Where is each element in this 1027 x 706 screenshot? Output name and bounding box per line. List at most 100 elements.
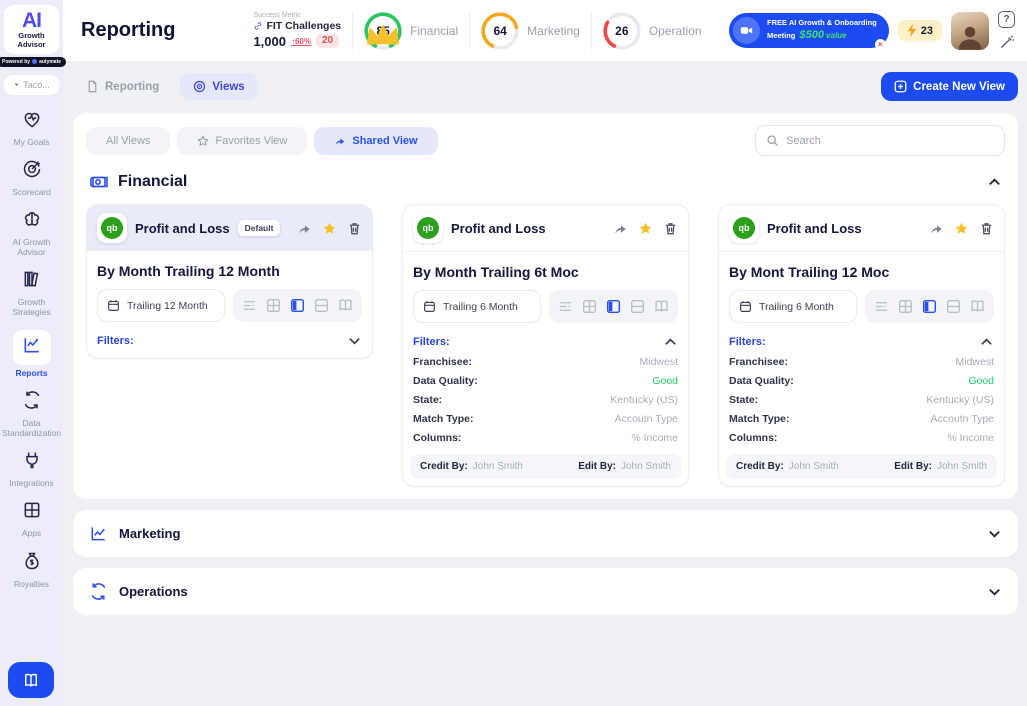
subtab-favorites-view[interactable]: Favorites View <box>177 127 307 155</box>
sidebar-item-royalties[interactable]: Royalties <box>2 551 62 589</box>
share-icon[interactable] <box>613 221 628 236</box>
section-marketing[interactable]: Marketing <box>73 510 1018 557</box>
subtab-label: Shared View <box>352 135 417 147</box>
gauge-financial[interactable]: 85 Financial <box>364 12 458 50</box>
tab-views[interactable]: Views <box>180 73 257 100</box>
sidebar-item-scorecard[interactable]: Scorecard <box>2 159 62 197</box>
promo-close-icon[interactable]: × <box>875 39 886 50</box>
sidebar-item-reports[interactable]: Reports <box>2 330 62 378</box>
open-book-icon <box>22 671 40 689</box>
account-selector-label: Taco... <box>23 80 50 90</box>
user-avatar[interactable] <box>951 12 989 50</box>
favorite-star-icon[interactable] <box>954 221 969 236</box>
link-icon <box>253 21 263 31</box>
layout-grid-icon[interactable] <box>266 298 281 313</box>
layout-book-icon[interactable] <box>970 299 985 314</box>
sidebar-item-label: Scorecard <box>12 187 51 197</box>
sidebar-item-growth-strategies[interactable]: Growth Strategies <box>2 269 62 317</box>
promo-line2: Meeting <box>767 31 795 40</box>
filters-toggle[interactable]: Filters: <box>413 336 450 348</box>
line-chart-icon <box>89 524 108 543</box>
promo-line1: FREE AI Growth & Onboarding <box>767 18 877 27</box>
video-camera-icon <box>733 17 760 44</box>
account-selector[interactable]: Taco... <box>4 75 59 95</box>
layout-book-icon[interactable] <box>654 299 669 314</box>
credit-bar: Credit By: John Smith Edit By: John Smit… <box>726 454 997 479</box>
share-icon[interactable] <box>929 221 944 236</box>
view-mode-group <box>233 289 362 322</box>
section-operations[interactable]: Operations <box>73 568 1018 615</box>
sidebar-item-integrations[interactable]: Integrations <box>2 450 62 488</box>
layout-grid-icon[interactable] <box>898 299 913 314</box>
filters-collapse-button[interactable] <box>979 334 994 349</box>
sidebar-item-apps[interactable]: Apps <box>2 500 62 538</box>
filters-expand-button[interactable] <box>347 333 362 348</box>
gauge-label: Marketing <box>527 24 580 38</box>
sidebar-item-data-standardization[interactable]: Data Standardization <box>2 390 62 438</box>
gauge-marketing[interactable]: 64 Marketing <box>481 12 580 50</box>
success-metric-delta: ↑60% <box>291 37 311 47</box>
favorite-star-icon[interactable] <box>638 221 653 236</box>
share-icon[interactable] <box>297 221 312 236</box>
favorite-star-icon[interactable] <box>322 221 337 236</box>
star-outline-icon <box>197 135 209 147</box>
layout-dense-icon[interactable] <box>874 299 889 314</box>
view-filter-row: All Views Favorites View Shared View <box>86 125 1005 156</box>
layout-dense-icon[interactable] <box>558 299 573 314</box>
expand-marketing-button[interactable] <box>987 526 1002 541</box>
filters-collapse-button[interactable] <box>663 334 678 349</box>
collapse-financial-button[interactable] <box>987 175 1002 190</box>
chevron-down-icon <box>987 526 1002 541</box>
sidebar-item-label: Growth Strategies <box>2 297 62 317</box>
date-range-select[interactable]: Trailing 12 Month <box>97 289 225 322</box>
date-range-select[interactable]: Trailing 6 Month <box>729 290 857 323</box>
filter-row: Columns: % Income <box>729 432 994 444</box>
filter-row: Franchisee: Midwest <box>413 356 678 368</box>
layout-rows-icon[interactable] <box>946 299 961 314</box>
trash-icon[interactable] <box>979 221 994 236</box>
filters-toggle[interactable]: Filters: <box>729 336 766 348</box>
layout-dense-icon[interactable] <box>242 298 257 313</box>
date-range-select[interactable]: Trailing 6 Month <box>413 290 541 323</box>
success-metric-name[interactable]: FIT Challenges <box>266 20 341 33</box>
layout-rows-icon[interactable] <box>630 299 645 314</box>
success-metric-label: Success Metric <box>253 12 341 20</box>
plus-square-icon <box>894 80 907 93</box>
layout-columns-icon[interactable] <box>606 299 621 314</box>
sidebar-item-my-goals[interactable]: My Goals <box>2 109 62 147</box>
expand-operations-button[interactable] <box>987 584 1002 599</box>
subtab-all-views[interactable]: All Views <box>86 127 170 155</box>
chevron-up-icon <box>663 334 678 349</box>
date-range-value: Trailing 12 Month <box>127 300 208 312</box>
layout-book-icon[interactable] <box>338 298 353 313</box>
card-title: Profit and Loss <box>135 221 230 236</box>
gauge-operation[interactable]: 26 Operation <box>603 12 702 50</box>
card-header: qb Profit and Loss <box>403 205 688 252</box>
trash-icon[interactable] <box>347 221 362 236</box>
energy-badge[interactable]: 23 <box>898 20 942 41</box>
section-financial-header[interactable]: Financial <box>89 172 1002 192</box>
sidebar-item-label: My Goals <box>14 137 50 147</box>
create-new-view-button[interactable]: Create New View <box>881 72 1018 101</box>
top-bar: Reporting Success Metric FIT Challenges … <box>63 0 1027 62</box>
app-root: AI Growth Advisor Powered by autymate Ta… <box>0 0 1027 706</box>
quickbooks-icon: qb <box>97 213 127 243</box>
layout-columns-icon[interactable] <box>922 299 937 314</box>
filters-toggle[interactable]: Filters: <box>97 335 134 347</box>
help-icon[interactable]: ? <box>998 11 1015 28</box>
docs-book-button[interactable] <box>8 662 54 698</box>
divider <box>352 12 353 50</box>
magic-wand-icon[interactable] <box>999 34 1015 50</box>
trash-icon[interactable] <box>663 221 678 236</box>
credit-by-value: John Smith <box>473 461 523 472</box>
promo-banner[interactable]: FREE AI Growth & Onboarding Meeting $500… <box>729 13 889 48</box>
tab-reporting[interactable]: Reporting <box>73 73 172 100</box>
layout-columns-icon[interactable] <box>290 298 305 313</box>
search-input[interactable] <box>786 135 994 147</box>
layout-grid-icon[interactable] <box>582 299 597 314</box>
card-header: qb Profit and Loss <box>719 205 1004 252</box>
create-new-view-label: Create New View <box>913 81 1005 93</box>
layout-rows-icon[interactable] <box>314 298 329 313</box>
subtab-shared-view[interactable]: Shared View <box>314 127 437 155</box>
sidebar-item-ai-growth-advisor[interactable]: AI Growth Advisor <box>2 209 62 257</box>
